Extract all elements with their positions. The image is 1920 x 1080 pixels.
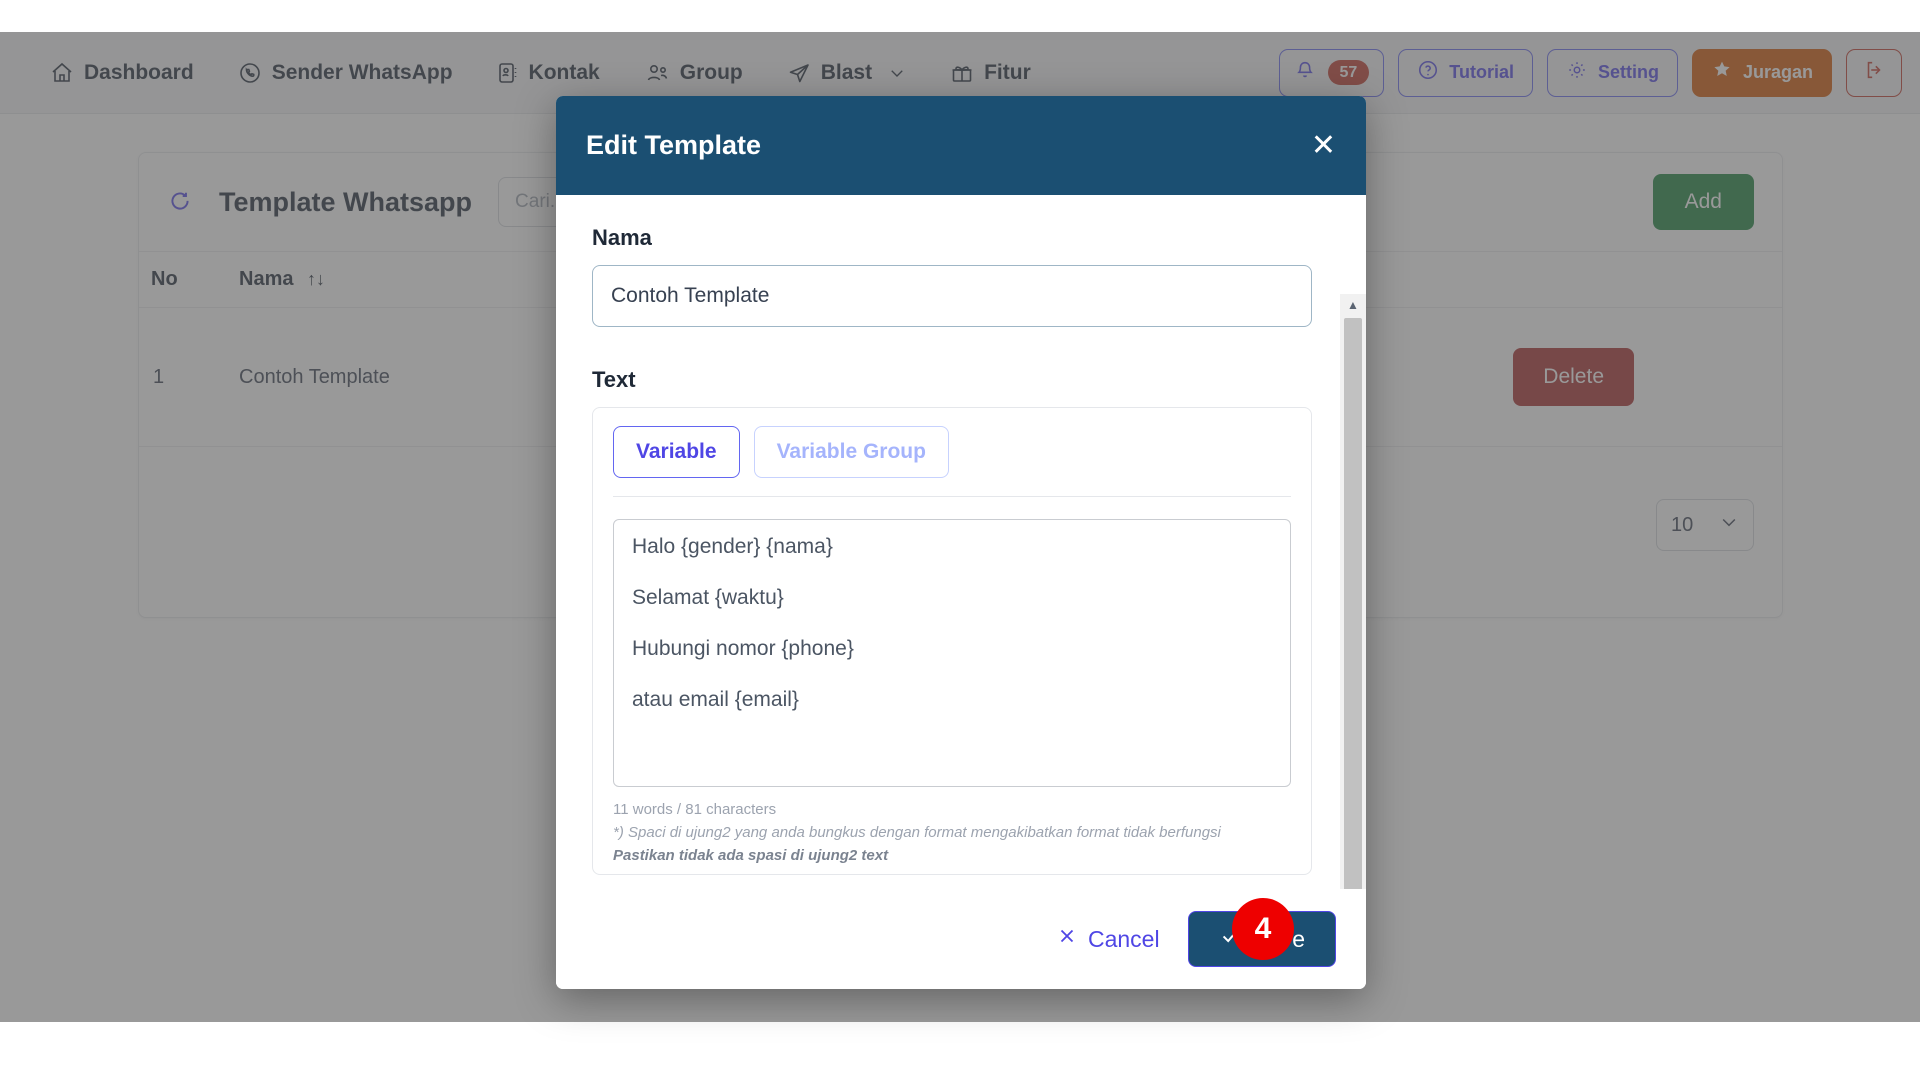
message-line: atau email {email} <box>632 688 799 711</box>
message-line: Selamat {waktu} <box>632 586 784 609</box>
text-field-label: Text <box>592 367 636 392</box>
tab-variable-group[interactable]: Variable Group <box>753 426 949 478</box>
variable-tabs: Variable Variable Group <box>613 426 1291 497</box>
modal-header: Edit Template ✕ <box>556 96 1366 195</box>
x-icon <box>1056 925 1078 953</box>
tab-variable[interactable]: Variable <box>613 426 740 478</box>
cancel-button[interactable]: Cancel <box>1050 924 1166 954</box>
triangle-up-icon[interactable]: ▲ <box>1340 294 1366 316</box>
message-textarea[interactable]: Halo {gender} {nama} Selamat {waktu} Hub… <box>613 519 1291 787</box>
message-line: Halo {gender} {nama} <box>632 535 833 558</box>
scrollbar-thumb[interactable] <box>1344 318 1362 889</box>
word-character-counter: 11 words / 81 characters <box>613 801 777 818</box>
modal-body: Nama Contoh Template Text Variable Varia… <box>556 195 1366 889</box>
nama-field-label: Nama <box>592 225 652 250</box>
edit-template-modal: Edit Template ✕ Nama Contoh Template Tex… <box>556 96 1366 989</box>
modal-scrollbar[interactable]: ▲ ▼ <box>1340 294 1366 889</box>
step-marker: 4 <box>1232 898 1294 960</box>
modal-title: Edit Template <box>586 130 762 160</box>
spacing-note: *) Spaci di ujung2 yang anda bungkus den… <box>613 824 1221 841</box>
cancel-label: Cancel <box>1087 925 1160 952</box>
message-line: Hubungi nomor {phone} <box>632 637 854 660</box>
text-editor: Variable Variable Group Halo {gender} {n… <box>592 407 1312 875</box>
spacing-warning: Pastikan tidak ada spasi di ujung2 text <box>613 847 889 864</box>
close-icon[interactable]: ✕ <box>1311 130 1336 161</box>
nama-input[interactable]: Contoh Template <box>592 265 1312 327</box>
app-root: Dashboard Sender WhatsApp <box>0 0 1920 1080</box>
